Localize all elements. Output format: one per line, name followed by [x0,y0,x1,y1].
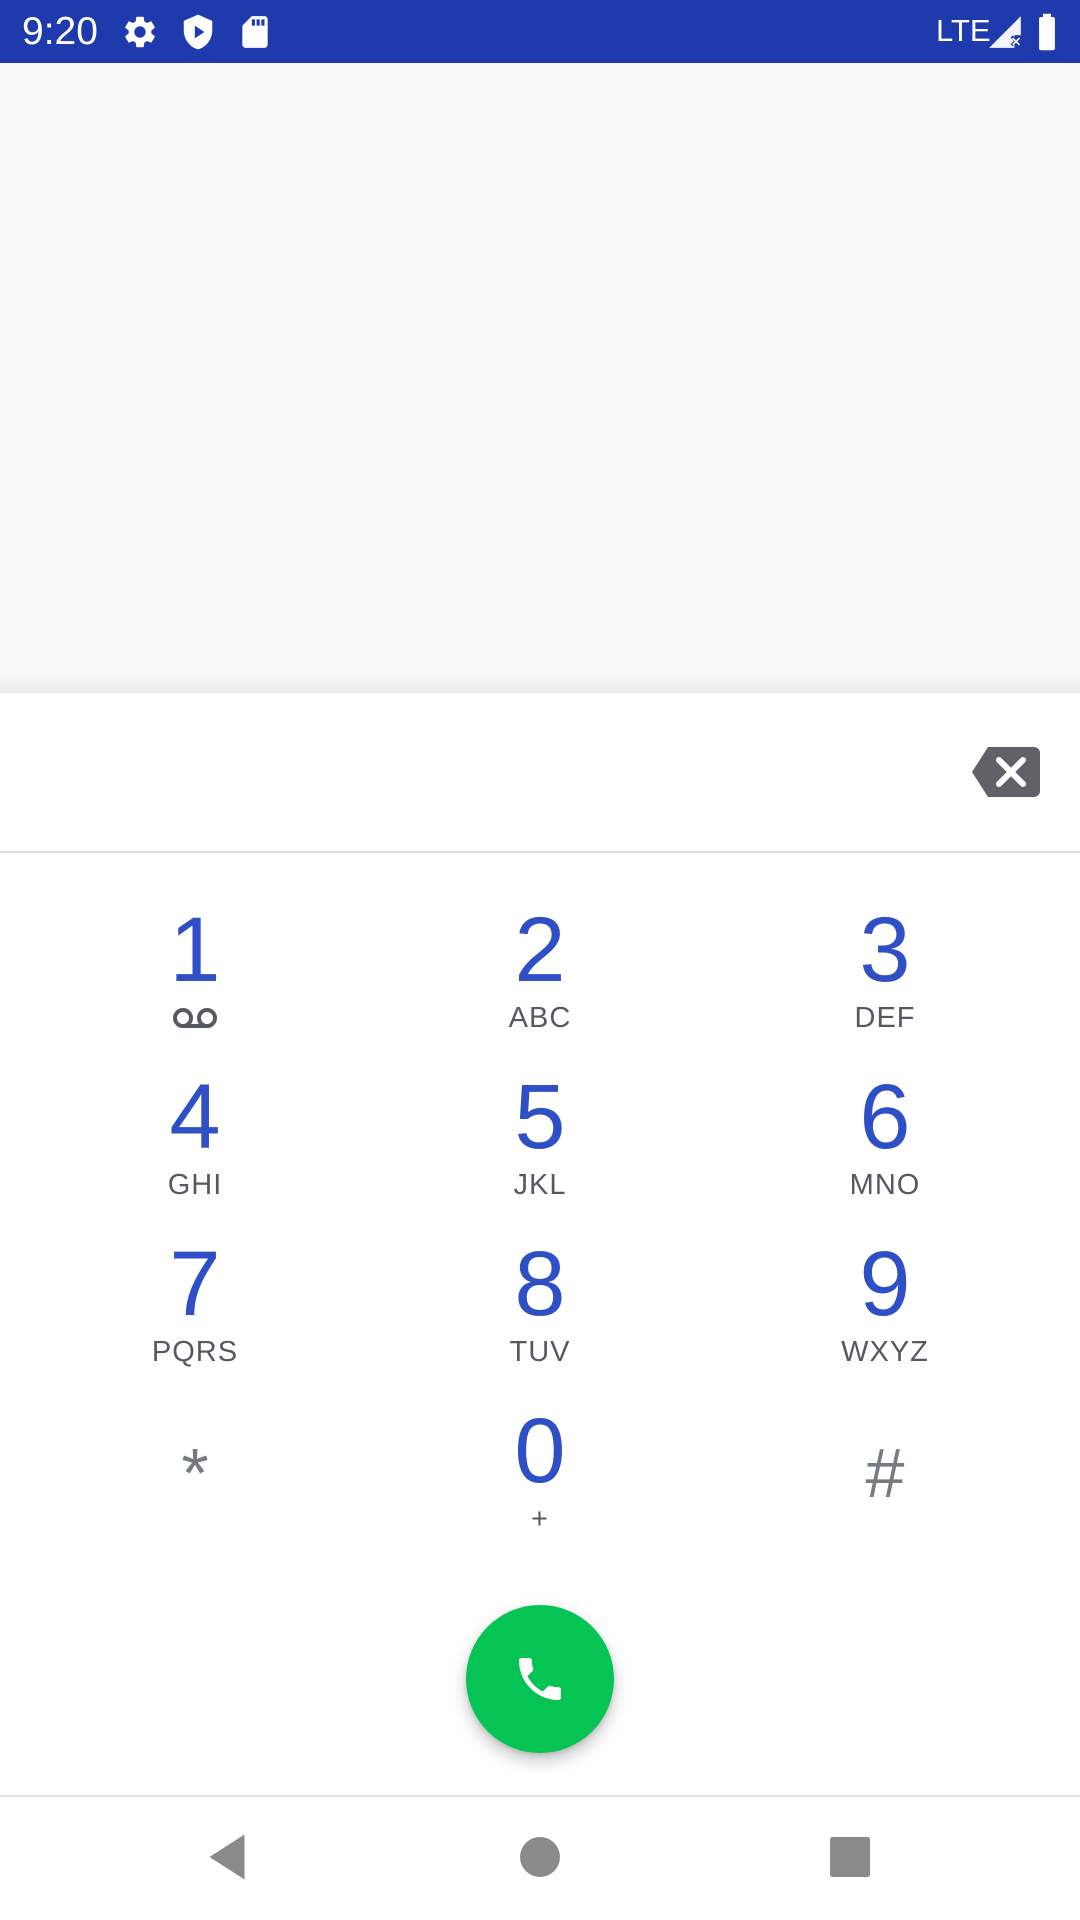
key-5[interactable]: 5 JKL [420,1067,660,1227]
key-letters: PQRS [151,1336,239,1368]
dialpad: 1 2 ABC 3 DEF 4 GHI 5 JKL 6 MNO 7 PQRS 8… [0,880,1080,1560]
key-star[interactable]: * [75,1401,315,1561]
key-digit: 1 [169,899,221,1001]
key-3[interactable]: 3 DEF [765,900,1005,1060]
key-digit: 0 [514,1400,566,1502]
key-letters: GHI [167,1169,223,1201]
signal-icon [989,16,1022,48]
backspace-icon[interactable] [972,747,1040,797]
key-2[interactable]: 2 ABC [420,900,660,1060]
key-digit: 5 [514,1066,566,1168]
key-letters: JKL [513,1169,567,1201]
key-letters: ABC [508,1002,572,1034]
key-symbol: # [865,1434,905,1512]
key-6[interactable]: 6 MNO [765,1067,1005,1227]
key-letters: TUV [509,1336,571,1368]
key-9[interactable]: 9 WXYZ [765,1234,1005,1394]
play-protect-icon [183,14,213,50]
digits-field[interactable] [40,723,940,823]
network-type: LTE [936,13,991,48]
digits-divider [0,851,1080,853]
key-0[interactable]: 0 + [420,1401,660,1561]
key-1[interactable]: 1 [75,900,315,1060]
key-digit: 2 [514,899,566,1001]
key-letters: MNO [849,1169,921,1201]
key-8[interactable]: 8 TUV [420,1234,660,1394]
key-letters: WXYZ [841,1336,929,1368]
status-time: 9:20 [22,10,98,53]
phone-icon [519,1658,561,1700]
key-4[interactable]: 4 GHI [75,1067,315,1227]
key-digit: 9 [859,1233,911,1335]
voicemail-icon [173,1008,217,1028]
key-symbol: * [181,1434,209,1512]
call-button[interactable] [466,1605,614,1753]
battery-icon [1039,13,1055,51]
key-letters: + [531,1503,549,1535]
key-digit: 4 [169,1066,221,1168]
status-bar: 9:20 LTE [0,0,1080,63]
navigation-bar [0,1795,1080,1920]
gear-icon [125,16,155,48]
key-letters: DEF [854,1002,916,1034]
back-icon[interactable] [197,1827,257,1887]
key-7[interactable]: 7 PQRS [75,1234,315,1394]
home-icon[interactable] [510,1827,570,1887]
key-digit: 8 [514,1233,566,1335]
recents-area [0,63,1080,693]
sd-card-icon [242,16,268,48]
sheet-shadow [0,670,1080,693]
key-digit: 6 [859,1066,911,1168]
key-digit: 3 [859,899,911,1001]
digits-row [0,693,1080,851]
recents-icon[interactable] [820,1827,880,1887]
key-digit: 7 [169,1233,221,1335]
key-hash[interactable]: # [765,1401,1005,1561]
